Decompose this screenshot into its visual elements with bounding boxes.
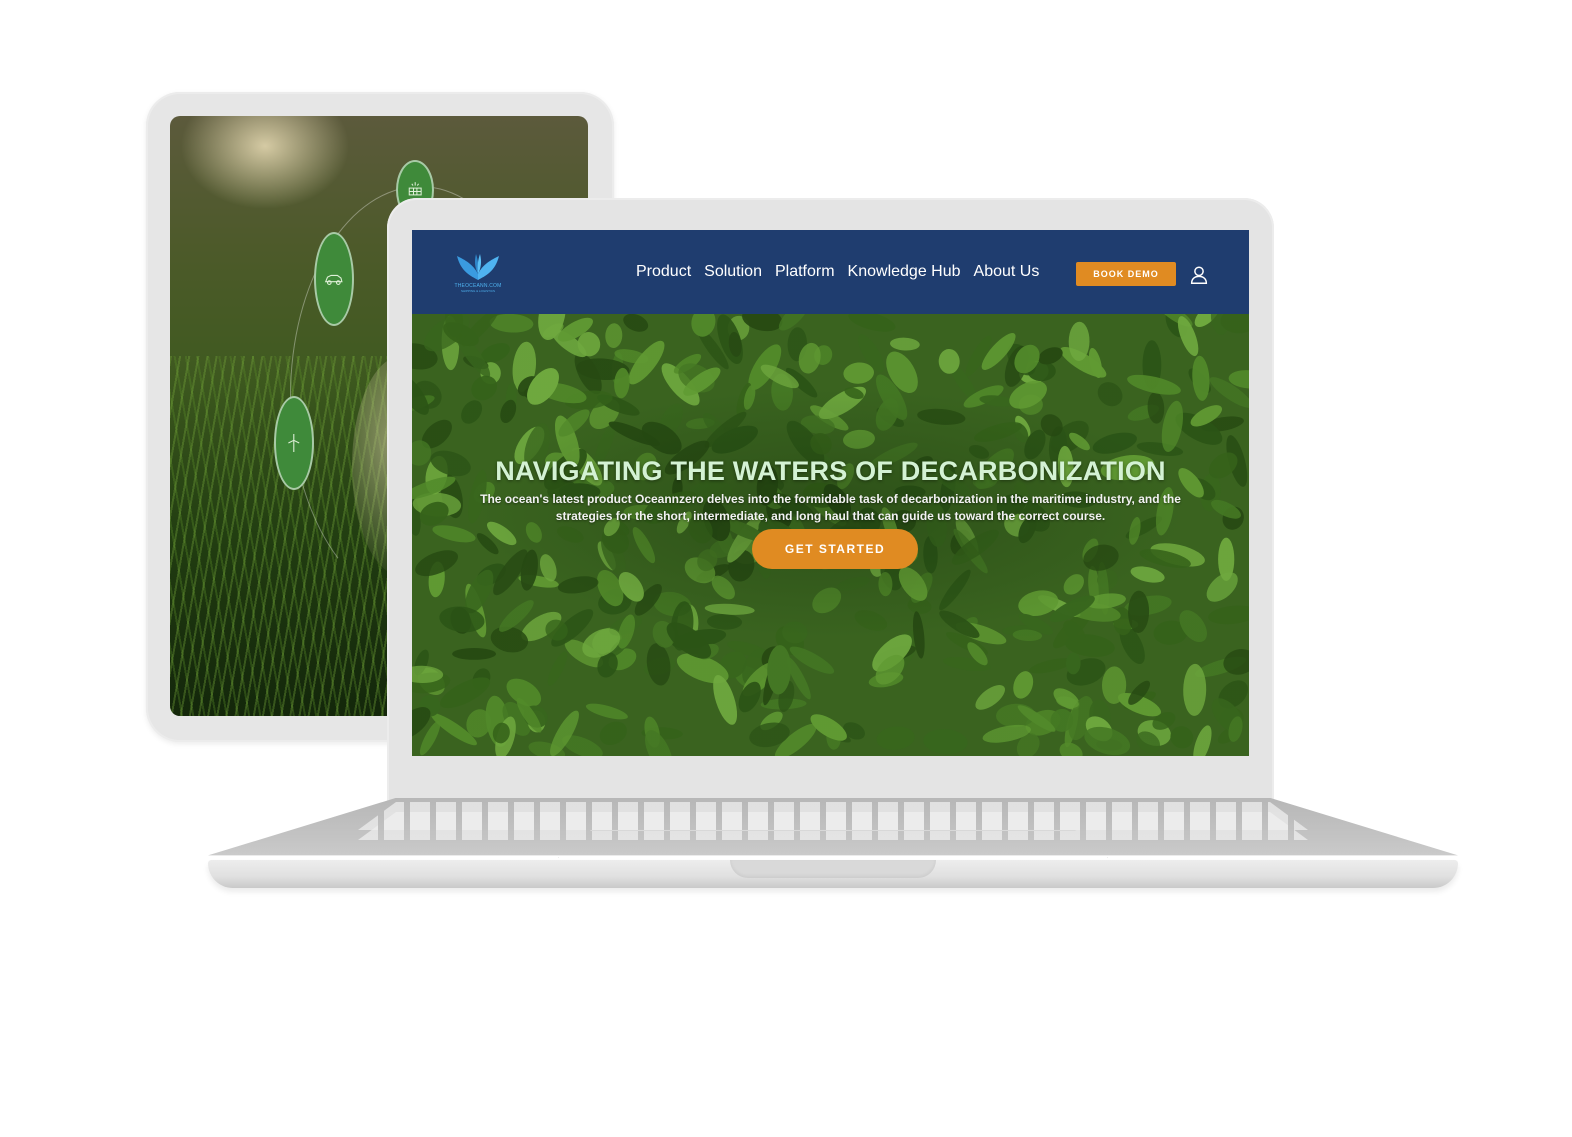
nav-knowledge-hub[interactable]: Knowledge Hub: [848, 263, 961, 281]
book-demo-button[interactable]: BOOK DEMO: [1076, 262, 1176, 286]
wind-turbine-icon: [274, 396, 314, 490]
laptop-screen: THEOCEANN.COM SHIPPING & LOGISTICS Produ…: [412, 230, 1249, 756]
car-icon: [314, 232, 354, 326]
nav-solution[interactable]: Solution: [704, 263, 762, 281]
laptop-base: [208, 798, 1458, 894]
logo-wings-icon: [457, 254, 499, 280]
nav-platform[interactable]: Platform: [775, 263, 835, 281]
laptop-opening-notch: [730, 860, 936, 878]
main-nav: Product Solution Platform Knowledge Hub …: [636, 230, 1039, 314]
hero-description: The ocean's latest product Oceannzero de…: [480, 492, 1181, 523]
logo-tagline: SHIPPING & LOGISTICS: [460, 289, 495, 293]
site-logo[interactable]: THEOCEANN.COM SHIPPING & LOGISTICS: [452, 250, 504, 296]
nav-product[interactable]: Product: [636, 263, 691, 281]
site-navbar: THEOCEANN.COM SHIPPING & LOGISTICS Produ…: [412, 230, 1249, 314]
user-icon[interactable]: [1188, 264, 1210, 286]
trackpad: [558, 830, 1108, 858]
hero-title: NAVIGATING THE WATERS OF DECARBONIZATION: [495, 456, 1166, 486]
nav-about-us[interactable]: About Us: [974, 263, 1040, 281]
hero-section: NAVIGATING THE WATERS OF DECARBONIZATION…: [412, 314, 1249, 756]
get-started-button[interactable]: GET STARTED: [752, 529, 918, 569]
